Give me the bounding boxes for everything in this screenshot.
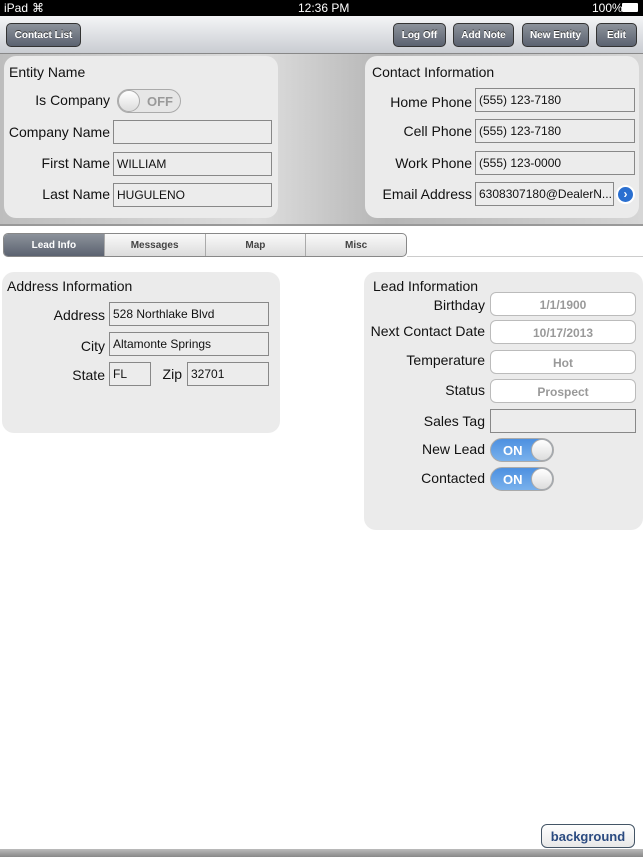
entity-title: Entity Name bbox=[9, 64, 86, 80]
work-phone-field[interactable]: (555) 123-0000 bbox=[475, 151, 635, 175]
address-panel: Address Information Address 528 Northlak… bbox=[2, 272, 280, 433]
wifi-icon: ⌘ bbox=[32, 1, 44, 15]
state-field[interactable]: FL bbox=[109, 362, 151, 386]
bottom-bar bbox=[0, 849, 643, 857]
sales-tag-label: Sales Tag bbox=[423, 413, 485, 429]
tab-bar: Lead Info Messages Map Misc bbox=[3, 233, 407, 257]
status-field[interactable]: Prospect bbox=[490, 379, 636, 403]
company-name-label: Company Name bbox=[8, 124, 110, 140]
city-label: City bbox=[80, 338, 105, 354]
email-detail-disclosure-icon[interactable]: › bbox=[616, 185, 635, 204]
work-phone-label: Work Phone bbox=[395, 155, 472, 171]
entity-panel: Entity Name Is Company OFF Company Name … bbox=[4, 56, 278, 218]
is-company-label: Is Company bbox=[35, 92, 110, 108]
lead-title: Lead Information bbox=[373, 278, 479, 294]
contact-panel: Contact Information Home Phone (555) 123… bbox=[365, 56, 639, 218]
last-name-field[interactable]: HUGULENO bbox=[113, 183, 272, 207]
zip-field[interactable]: 32701 bbox=[187, 362, 269, 386]
contact-list-button[interactable]: Contact List bbox=[6, 23, 81, 47]
sales-tag-field[interactable] bbox=[490, 409, 636, 433]
status-bar: iPad ⌘ 12:36 PM 100% bbox=[0, 0, 643, 16]
home-phone-field[interactable]: (555) 123-7180 bbox=[475, 88, 635, 112]
cell-phone-field[interactable]: (555) 123-7180 bbox=[475, 119, 635, 143]
address-field[interactable]: 528 Northlake Blvd bbox=[109, 302, 269, 326]
device-name: iPad bbox=[4, 1, 29, 15]
cell-phone-label: Cell Phone bbox=[403, 123, 473, 139]
tab-messages[interactable]: Messages bbox=[105, 234, 206, 256]
battery-icon bbox=[622, 3, 638, 12]
background-button[interactable]: background bbox=[541, 824, 635, 848]
lead-panel: Lead Information Birthday 1/1/1900 Next … bbox=[364, 272, 643, 530]
next-contact-date-field[interactable]: 10/17/2013 bbox=[490, 320, 636, 344]
contact-title: Contact Information bbox=[372, 64, 495, 80]
zip-label: Zip bbox=[162, 366, 182, 382]
temperature-label: Temperature bbox=[406, 352, 485, 368]
status-label: Status bbox=[445, 382, 485, 398]
temperature-field[interactable]: Hot bbox=[490, 350, 636, 374]
city-field[interactable]: Altamonte Springs bbox=[109, 332, 269, 356]
divider bbox=[407, 256, 643, 257]
next-contact-date-label: Next Contact Date bbox=[370, 323, 485, 339]
new-lead-label: New Lead bbox=[421, 441, 485, 457]
tab-lead-info[interactable]: Lead Info bbox=[4, 234, 105, 256]
tab-map[interactable]: Map bbox=[206, 234, 307, 256]
contacted-label: Contacted bbox=[421, 470, 485, 486]
last-name-label: Last Name bbox=[42, 186, 110, 202]
birthday-field[interactable]: 1/1/1900 bbox=[490, 292, 636, 316]
home-phone-label: Home Phone bbox=[390, 94, 472, 110]
address-title: Address Information bbox=[7, 278, 133, 294]
entity-header: Entity Name Is Company OFF Company Name … bbox=[0, 54, 643, 226]
email-field[interactable]: 6308307180@DealerN... bbox=[475, 182, 614, 206]
contacted-toggle[interactable]: ON bbox=[490, 467, 554, 491]
new-entity-button[interactable]: New Entity bbox=[522, 23, 589, 47]
battery-level: 100% bbox=[592, 1, 623, 15]
edit-button[interactable]: Edit bbox=[596, 23, 637, 47]
is-company-toggle[interactable]: OFF bbox=[117, 89, 181, 113]
email-label: Email Address bbox=[382, 186, 472, 202]
add-note-button[interactable]: Add Note bbox=[453, 23, 514, 47]
clock: 12:36 PM bbox=[298, 1, 350, 15]
first-name-label: First Name bbox=[41, 155, 110, 171]
company-name-field[interactable] bbox=[113, 120, 272, 144]
birthday-label: Birthday bbox=[433, 297, 485, 313]
first-name-field[interactable]: WILLIAM bbox=[113, 152, 272, 176]
state-label: State bbox=[72, 367, 105, 383]
tab-misc[interactable]: Misc bbox=[306, 234, 406, 256]
toolbar: Contact List Log Off Add Note New Entity… bbox=[0, 16, 643, 54]
address-label: Address bbox=[53, 307, 105, 323]
log-off-button[interactable]: Log Off bbox=[393, 23, 446, 47]
new-lead-toggle[interactable]: ON bbox=[490, 438, 554, 462]
